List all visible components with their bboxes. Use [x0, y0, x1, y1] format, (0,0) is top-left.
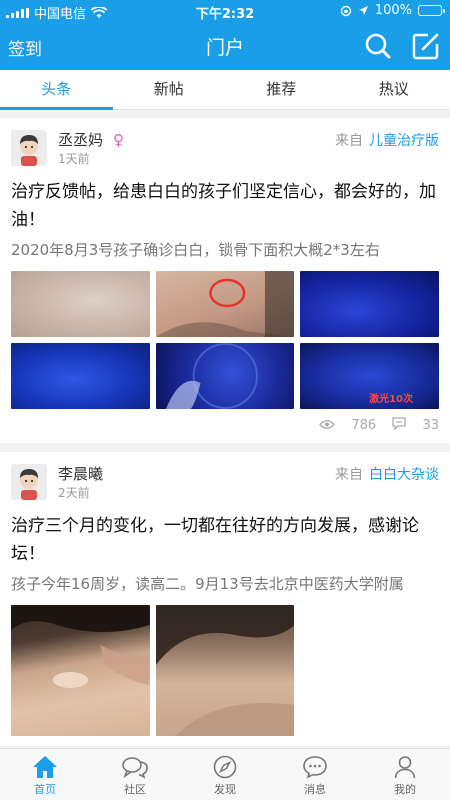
- post-images: 激光10次: [11, 271, 439, 409]
- post-feed: 丞丞妈 ♀ 1天前 来自 儿童治疗版 治疗反馈帖，给患白白的孩子们坚定信心，都会好的…: [0, 118, 450, 748]
- empty-slot: [300, 605, 439, 736]
- post-title[interactable]: 治疗三个月的变化，一切都在往好的方向发展，感谢论坛！: [11, 512, 439, 568]
- post-excerpt: 孩子今年16周岁，读高二。9月13号去北京中医药大学附属: [11, 575, 404, 593]
- source-prefix: 来自: [335, 467, 363, 483]
- comment-icon: [392, 417, 406, 431]
- avatar[interactable]: [11, 130, 47, 166]
- post-image[interactable]: [11, 343, 150, 409]
- compose-icon[interactable]: [412, 32, 440, 60]
- post-card[interactable]: 丞丞妈 ♀ 1天前 来自 儿童治疗版 治疗反馈帖，给患白白的孩子们坚定信心，都会好的…: [0, 118, 450, 443]
- image-caption: 激光10次: [369, 394, 413, 405]
- forum-link[interactable]: 儿童治疗版: [369, 133, 439, 149]
- post-stats: 786 33: [11, 417, 439, 433]
- author-name[interactable]: 李晨曦: [58, 465, 103, 483]
- nav-bar: 签到 门户: [0, 22, 450, 70]
- community-icon: [122, 757, 148, 779]
- post-time: 1天前: [58, 152, 90, 166]
- tab-discover-label: 发现: [214, 783, 236, 796]
- profile-icon: [394, 756, 416, 779]
- replies-count: 33: [422, 418, 439, 433]
- tab-new-posts[interactable]: 新帖: [113, 70, 226, 109]
- post-images: [11, 605, 439, 736]
- rotation-lock-icon: [340, 5, 352, 16]
- post-image[interactable]: [11, 605, 150, 736]
- compass-icon: [213, 755, 237, 779]
- views-count: 786: [351, 418, 377, 433]
- post-excerpt: 2020年8月3号孩子确诊白白，锁骨下面积大概2*3左右: [11, 241, 380, 259]
- status-bar: 中国电信 下午2:32 100%: [0, 0, 450, 22]
- tab-discover[interactable]: 发现: [180, 749, 270, 800]
- replies-stat: 33: [392, 417, 439, 433]
- tab-headlines[interactable]: 头条: [0, 70, 113, 110]
- post-title[interactable]: 治疗反馈帖，给患白白的孩子们坚定信心，都会好的，加油！: [11, 178, 439, 234]
- battery-icon: [418, 5, 445, 16]
- post-image[interactable]: 激光10次: [300, 343, 439, 409]
- battery-percent: 100%: [374, 3, 412, 18]
- post-image[interactable]: [155, 343, 295, 409]
- tab-messages[interactable]: 消息: [270, 749, 360, 800]
- post-image[interactable]: [155, 271, 295, 337]
- female-icon: ♀: [113, 131, 125, 149]
- feed-tabs: 头条 新帖 推荐 热议: [0, 70, 450, 110]
- avatar[interactable]: [11, 464, 47, 500]
- tab-messages-label: 消息: [304, 783, 326, 796]
- post-image[interactable]: [155, 605, 295, 736]
- forum-link[interactable]: 白白大杂谈: [369, 467, 439, 483]
- tab-hot-topics[interactable]: 热议: [338, 70, 450, 109]
- tab-recommended[interactable]: 推荐: [225, 70, 338, 109]
- home-icon: [33, 756, 57, 778]
- tab-profile-label: 我的: [394, 783, 416, 796]
- post-time: 2天前: [58, 486, 90, 500]
- post-card[interactable]: 李晨曦 2天前 来自 白白大杂谈 治疗三个月的变化，一切都在往好的方向发展，感谢论…: [0, 452, 450, 746]
- eye-icon: [319, 420, 336, 429]
- post-image[interactable]: [11, 271, 150, 337]
- search-icon[interactable]: [364, 32, 392, 60]
- tab-community-label: 社区: [124, 783, 146, 796]
- message-icon: [303, 756, 327, 779]
- author-name[interactable]: 丞丞妈: [58, 131, 103, 149]
- tab-home[interactable]: 首页: [0, 749, 90, 800]
- bottom-tab-bar: 首页 社区 发现 消息 我的: [0, 748, 450, 800]
- post-image[interactable]: [300, 271, 439, 337]
- tab-home-label: 首页: [34, 783, 56, 796]
- tab-profile[interactable]: 我的: [360, 749, 450, 800]
- source-prefix: 来自: [335, 133, 363, 149]
- views-stat: 786: [319, 418, 380, 433]
- location-icon: [358, 6, 368, 15]
- tab-community[interactable]: 社区: [90, 749, 180, 800]
